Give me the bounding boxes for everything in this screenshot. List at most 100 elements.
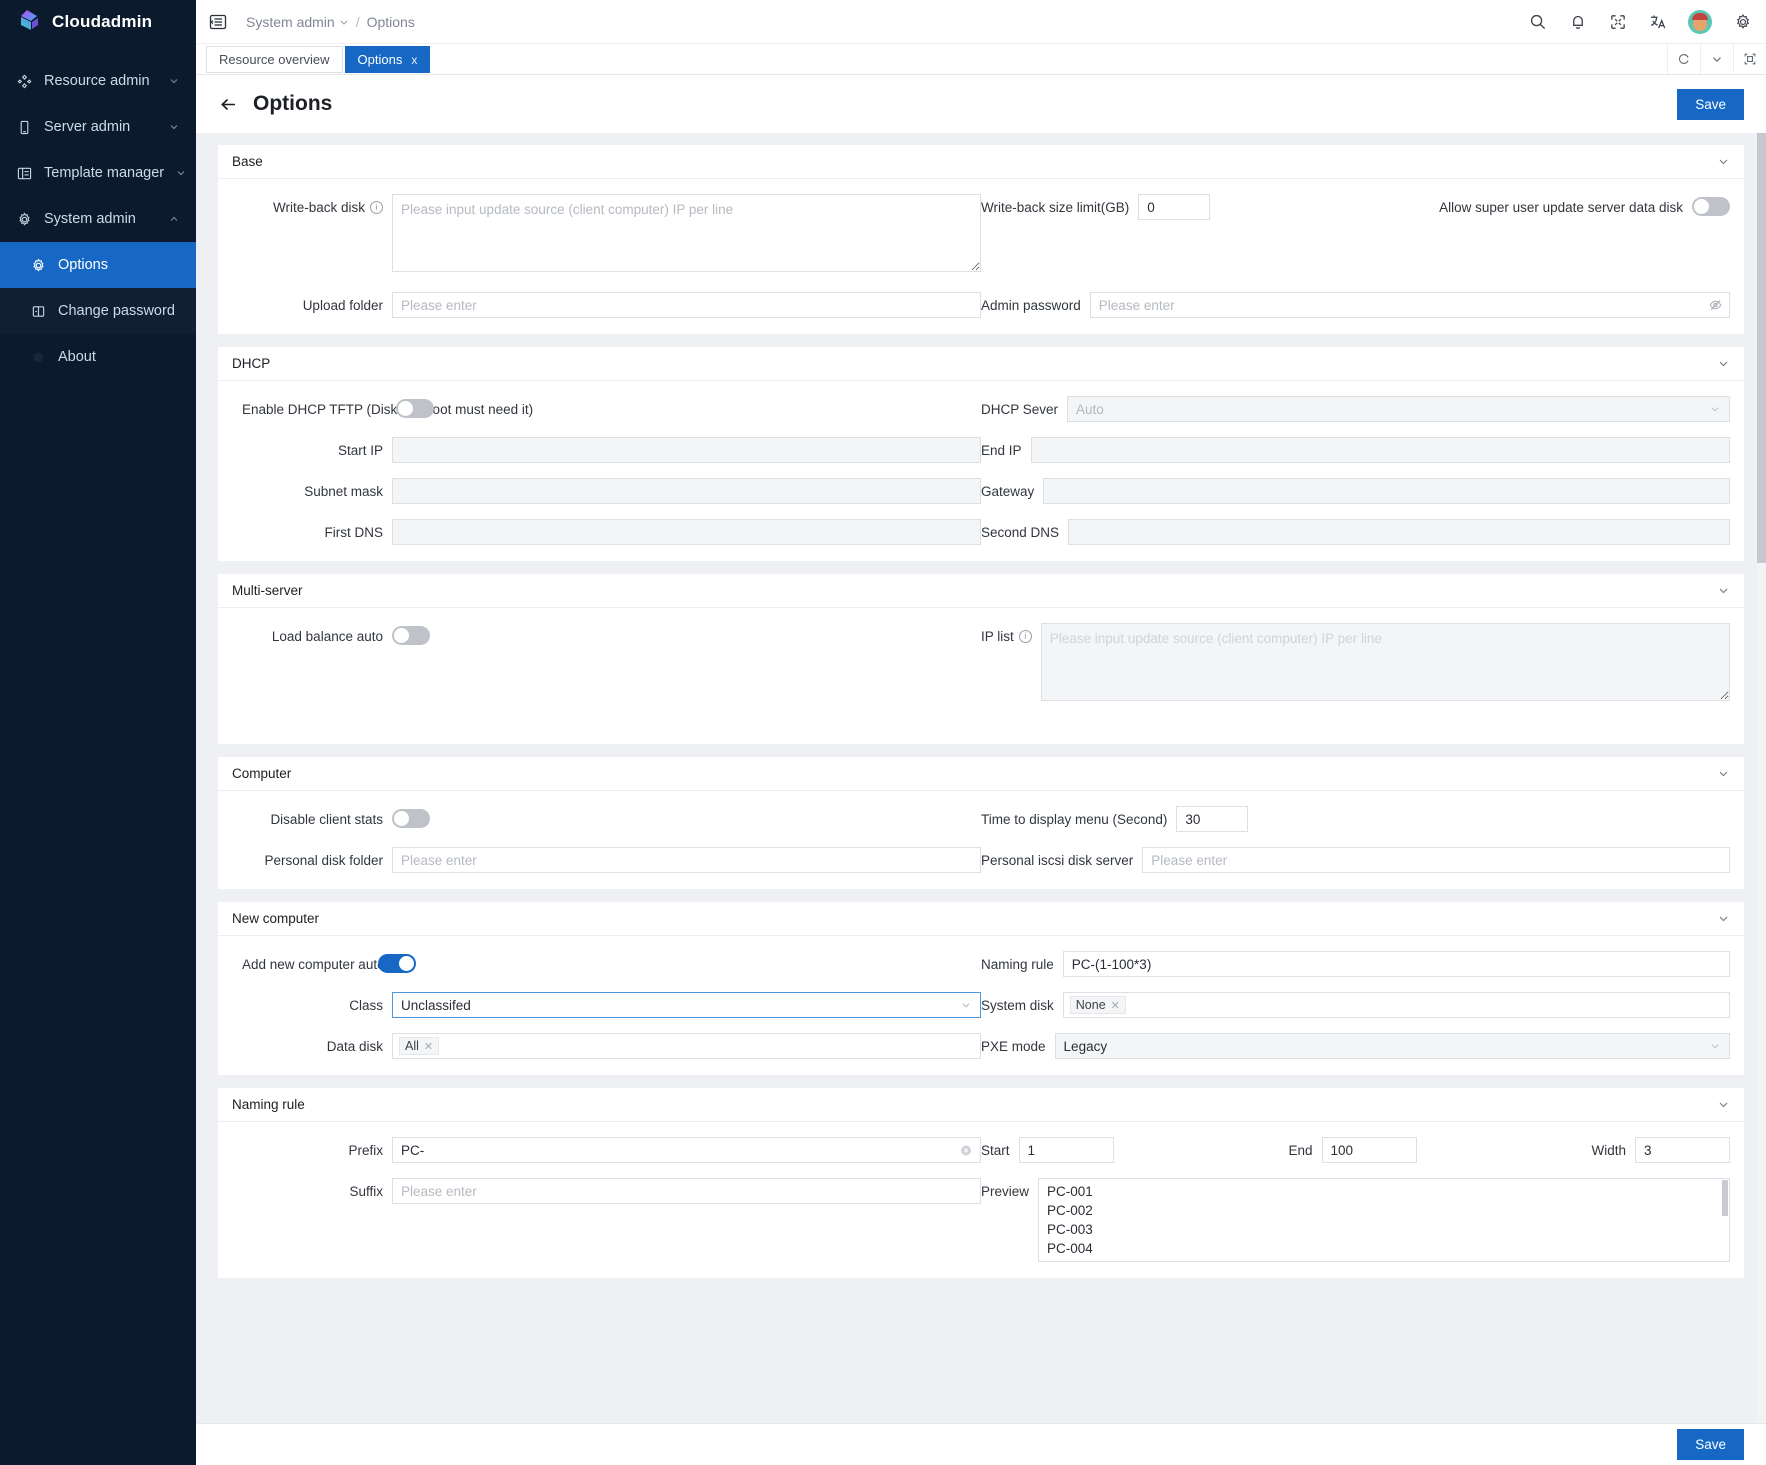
prefix-label: Prefix: [348, 1142, 383, 1158]
refresh-icon[interactable]: [1667, 44, 1700, 74]
toggle-knob: [394, 628, 409, 643]
col-right: DHCP Sever Auto: [981, 396, 1730, 422]
start-ip-input[interactable]: [392, 437, 981, 463]
clear-circle-icon[interactable]: [960, 1144, 973, 1157]
class-select[interactable]: Unclassifed: [392, 992, 981, 1018]
save-button-top[interactable]: Save: [1677, 88, 1744, 120]
upload-folder-input[interactable]: [392, 292, 981, 318]
personal-disk-folder-input[interactable]: [392, 847, 981, 873]
toggle-knob: [398, 401, 413, 416]
info-icon[interactable]: i: [370, 200, 383, 214]
prefix-field: [392, 1137, 981, 1163]
sidebar-item-options[interactable]: Options: [0, 242, 196, 288]
page-scrollbar[interactable]: [1757, 133, 1766, 1423]
dhcp-server-select[interactable]: Auto: [1067, 396, 1730, 422]
sidebar-item-change-password[interactable]: Change password: [0, 288, 196, 334]
eye-off-icon[interactable]: [1709, 299, 1722, 312]
search-icon[interactable]: [1528, 12, 1547, 31]
page-header: Options Save: [196, 75, 1766, 133]
arrow-left-icon[interactable]: [218, 94, 239, 115]
ip-list-input[interactable]: [1040, 623, 1730, 701]
admin-password-label: Admin password: [981, 297, 1081, 313]
avatar[interactable]: [1688, 9, 1712, 34]
breadcrumb-current: Options: [366, 13, 415, 30]
section-computer: Computer Disable client stats Time to di…: [218, 757, 1744, 889]
section-naming-rule-header[interactable]: Naming rule: [218, 1088, 1744, 1122]
section-title: DHCP: [232, 356, 271, 371]
start-input[interactable]: [1018, 1137, 1114, 1163]
topbar: System admin / Options: [196, 0, 1766, 44]
chevron-down-icon[interactable]: [1700, 44, 1733, 74]
chevron-down-icon[interactable]: [1717, 155, 1730, 168]
tag-remove-icon[interactable]: ✕: [1111, 999, 1120, 1012]
write-back-size-input[interactable]: [1138, 194, 1211, 220]
toggle-knob: [399, 956, 414, 971]
row-client-stats: Disable client stats Time to display men…: [232, 806, 1730, 832]
chevron-down-icon: [168, 75, 180, 87]
system-disk-tag-select[interactable]: None ✕: [1062, 992, 1730, 1018]
personal-iscsi-disk-server-input[interactable]: [1142, 847, 1730, 873]
sidebar-item-template-manager[interactable]: Template manager: [0, 150, 196, 196]
subnet-mask-input[interactable]: [392, 478, 981, 504]
write-back-disk-input[interactable]: [392, 194, 981, 272]
section-new-computer-header[interactable]: New computer: [218, 902, 1744, 936]
sidebar-item-server-admin[interactable]: Server admin: [0, 104, 196, 150]
allow-super-user-toggle[interactable]: [1692, 197, 1730, 216]
pxe-mode-select[interactable]: Legacy: [1054, 1033, 1730, 1059]
add-new-computer-auto-toggle[interactable]: [378, 954, 416, 973]
col-left: Personal disk folder: [232, 847, 981, 873]
end-input[interactable]: [1321, 1137, 1417, 1163]
suffix-input[interactable]: [392, 1178, 981, 1204]
width-input[interactable]: [1635, 1137, 1730, 1163]
tag-remove-icon[interactable]: ✕: [424, 1040, 433, 1053]
preview-list[interactable]: PC-001 PC-002 PC-003 PC-004: [1038, 1178, 1730, 1262]
chevron-down-icon[interactable]: [1717, 357, 1730, 370]
preview-scrollbar[interactable]: [1722, 1180, 1728, 1216]
suffix-field: [392, 1178, 981, 1204]
chevron-down-icon[interactable]: [1717, 767, 1730, 780]
sidebar-collapse-icon[interactable]: [208, 12, 228, 32]
admin-password-input[interactable]: [1089, 292, 1730, 318]
first-dns-input[interactable]: [392, 519, 981, 545]
content-scroll-area[interactable]: Base Write-back disk i Please input upda…: [196, 133, 1766, 1423]
settings-icon[interactable]: [1733, 12, 1752, 31]
tab-close-icon[interactable]: x: [411, 53, 417, 67]
data-disk-label: Data disk: [326, 1038, 383, 1054]
end-ip-input[interactable]: [1030, 437, 1730, 463]
expand-content-icon[interactable]: [1733, 44, 1766, 74]
end-ip-label: End IP: [981, 442, 1022, 458]
chevron-down-icon[interactable]: [1717, 584, 1730, 597]
time-to-display-menu-input[interactable]: [1176, 806, 1249, 832]
section-base-header[interactable]: Base: [218, 145, 1744, 179]
section-multi-server-body: Load balance auto IP list i: [218, 608, 1744, 744]
dhcp-server-field: Auto: [1067, 396, 1730, 422]
page-scrollbar-thumb[interactable]: [1757, 133, 1766, 563]
tab-options[interactable]: Options x: [344, 46, 431, 73]
fullscreen-icon[interactable]: [1608, 12, 1627, 31]
enable-dhcp-tftp-toggle[interactable]: [396, 399, 434, 418]
section-dhcp-body: Enable DHCP TFTP (Diskless boot must nee…: [218, 381, 1744, 561]
naming-rule-input[interactable]: [1062, 951, 1730, 977]
bell-icon[interactable]: [1568, 12, 1587, 31]
section-multi-server-header[interactable]: Multi-server: [218, 574, 1744, 608]
prefix-input[interactable]: [392, 1137, 981, 1163]
disable-client-stats-toggle[interactable]: [392, 809, 430, 828]
breadcrumb-parent[interactable]: System admin: [246, 14, 349, 30]
load-balance-toggle[interactable]: [392, 626, 430, 645]
second-dns-input[interactable]: [1068, 519, 1730, 545]
chevron-down-icon[interactable]: [1717, 1098, 1730, 1111]
sidebar-item-about[interactable]: About: [0, 334, 196, 380]
sidebar-item-system-admin[interactable]: System admin: [0, 196, 196, 242]
gateway-input[interactable]: [1043, 478, 1730, 504]
chevron-down-icon[interactable]: [1717, 912, 1730, 925]
section-dhcp-header[interactable]: DHCP: [218, 347, 1744, 381]
write-back-disk-label: Write-back disk i: [232, 194, 392, 220]
sidebar-item-resource-admin[interactable]: Resource admin: [0, 58, 196, 104]
translate-icon[interactable]: [1648, 12, 1667, 31]
data-disk-tag-select[interactable]: All ✕: [392, 1033, 981, 1059]
tab-resource-overview[interactable]: Resource overview: [206, 46, 343, 73]
save-button-bottom[interactable]: Save: [1677, 1429, 1744, 1460]
dhcp-server-value: Auto: [1076, 401, 1104, 417]
info-icon[interactable]: i: [1018, 629, 1032, 643]
section-computer-header[interactable]: Computer: [218, 757, 1744, 791]
